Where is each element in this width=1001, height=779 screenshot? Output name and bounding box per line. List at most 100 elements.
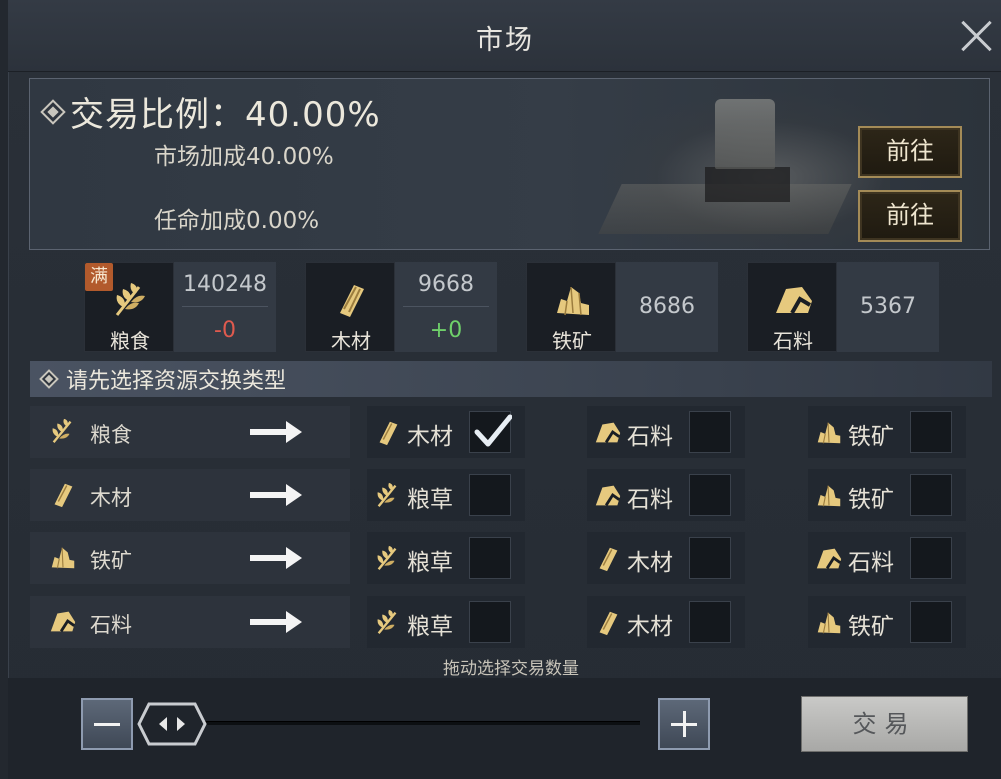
exchange-row: 木材 粮草 石料 铁矿 — [30, 469, 992, 521]
stone-icon — [776, 287, 812, 314]
resource-name: 铁矿 — [552, 329, 592, 353]
resource-name: 石料 — [773, 329, 813, 353]
target-label: 粮草 — [407, 487, 453, 513]
target-checkbox[interactable] — [689, 537, 731, 579]
exchange-target-option[interactable]: 木材 — [587, 596, 745, 648]
exchange-target-option[interactable]: 木材 — [587, 532, 745, 584]
exchange-target-option[interactable]: 铁矿 — [808, 596, 966, 648]
target-checkbox[interactable] — [689, 601, 731, 643]
source-label: 粮食 — [90, 423, 132, 447]
market-bonus-text: 市场加成40.00% — [154, 144, 334, 170]
target-checkbox[interactable] — [469, 601, 511, 643]
source-label: 铁矿 — [90, 549, 132, 573]
target-checkbox[interactable] — [469, 474, 511, 516]
resource-icon-box: 铁矿 — [526, 262, 616, 353]
stone-icon — [595, 422, 621, 444]
iron-ore-icon — [817, 485, 841, 507]
target-label: 粮草 — [407, 550, 453, 576]
exchange-source: 石料 — [30, 596, 350, 648]
grain-icon — [377, 482, 397, 507]
trade-ratio-heading: 交易比例：40.00% — [40, 87, 381, 136]
resource-delta: +0 — [429, 318, 463, 343]
goto-appoint-button[interactable]: 前往 — [858, 190, 962, 242]
target-label: 石料 — [627, 424, 673, 450]
target-checkbox[interactable] — [469, 411, 512, 453]
resource-value-box: 9668 +0 — [395, 262, 497, 352]
resource-value-box: 8686 — [616, 262, 718, 352]
target-label: 木材 — [627, 550, 673, 576]
trade-ratio-text: 交易比例：40.00% — [70, 95, 381, 135]
exchange-source: 粮食 — [30, 406, 350, 458]
exchange-target-option[interactable]: 石料 — [587, 406, 745, 458]
diamond-bullet-icon — [40, 98, 66, 125]
exchange-target-option[interactable]: 铁矿 — [808, 406, 966, 458]
target-checkbox[interactable] — [910, 601, 952, 643]
arrow-right-icon — [250, 484, 302, 506]
wood-icon — [54, 483, 73, 508]
exchange-type-header: 请先选择资源交换类型 — [30, 361, 992, 397]
wood-icon — [340, 285, 364, 317]
iron-ore-icon — [557, 286, 589, 316]
full-badge: 满 — [85, 263, 113, 291]
resource-icon-box: 石料 — [747, 262, 837, 353]
drag-hint-text: 拖动选择交易数量 — [443, 659, 579, 679]
grain-icon — [115, 283, 145, 316]
grain-icon — [377, 609, 397, 634]
exchange-target-option[interactable]: 铁矿 — [808, 469, 966, 521]
resource-icon-box: 粮食 满 — [84, 262, 174, 353]
exchange-target-option[interactable]: 粮草 — [367, 596, 525, 648]
window-title: 市场 — [476, 25, 534, 56]
target-checkbox[interactable] — [910, 411, 952, 453]
target-label: 木材 — [627, 614, 673, 640]
target-checkbox[interactable] — [689, 474, 731, 516]
target-label: 石料 — [848, 550, 894, 576]
target-label: 铁矿 — [848, 487, 894, 513]
seal-stand-decoration — [705, 167, 790, 202]
arrow-right-icon — [250, 547, 302, 569]
target-label: 铁矿 — [848, 424, 894, 450]
target-checkbox[interactable] — [689, 411, 731, 453]
trade-button[interactable]: 交易 — [801, 696, 968, 752]
exchange-target-option[interactable]: 粮草 — [367, 532, 525, 584]
appoint-bonus-text: 任命加成0.00% — [154, 208, 320, 234]
arrow-right-icon — [250, 421, 302, 443]
resource-amount: 8686 — [639, 294, 695, 319]
source-label: 木材 — [90, 486, 132, 510]
resource-amount: 9668 — [418, 272, 474, 297]
target-checkbox[interactable] — [910, 537, 952, 579]
quantity-slider-track[interactable] — [160, 721, 640, 725]
wood-icon — [379, 421, 398, 446]
resource-amount: 140248 — [183, 272, 267, 297]
quantity-slider-handle[interactable] — [137, 702, 207, 746]
exchange-row: 石料 粮草 木材 铁矿 — [30, 596, 992, 648]
resource-name: 粮食 — [110, 329, 150, 353]
resource-icon-box: 木材 — [305, 262, 395, 353]
target-label: 粮草 — [407, 614, 453, 640]
stone-icon — [595, 485, 621, 507]
diamond-bullet-icon — [39, 369, 59, 389]
close-button[interactable] — [958, 16, 996, 54]
grain-icon — [52, 418, 72, 443]
target-checkbox[interactable] — [910, 474, 952, 516]
wood-icon — [599, 547, 618, 572]
goto-market-button[interactable]: 前往 — [858, 126, 962, 178]
stone-icon — [816, 548, 842, 570]
iron-ore-icon — [817, 612, 841, 634]
exchange-source: 木材 — [30, 469, 350, 521]
exchange-target-option[interactable]: 木材 — [367, 406, 525, 458]
target-label: 石料 — [627, 487, 673, 513]
exchange-target-option[interactable]: 石料 — [587, 469, 745, 521]
exchange-target-option[interactable]: 粮草 — [367, 469, 525, 521]
exchange-row: 粮食 木材 石料 铁矿 — [30, 406, 992, 458]
decrease-button[interactable] — [81, 698, 133, 750]
target-checkbox[interactable] — [469, 537, 511, 579]
iron-ore-icon — [817, 422, 841, 444]
wood-icon — [599, 611, 618, 636]
increase-button[interactable] — [658, 698, 710, 750]
iron-ore-icon — [51, 547, 75, 569]
divider — [182, 306, 268, 307]
resource-delta: -0 — [214, 318, 236, 343]
resource-value-box: 5367 — [837, 262, 939, 352]
exchange-target-option[interactable]: 石料 — [808, 532, 966, 584]
grain-icon — [377, 545, 397, 570]
